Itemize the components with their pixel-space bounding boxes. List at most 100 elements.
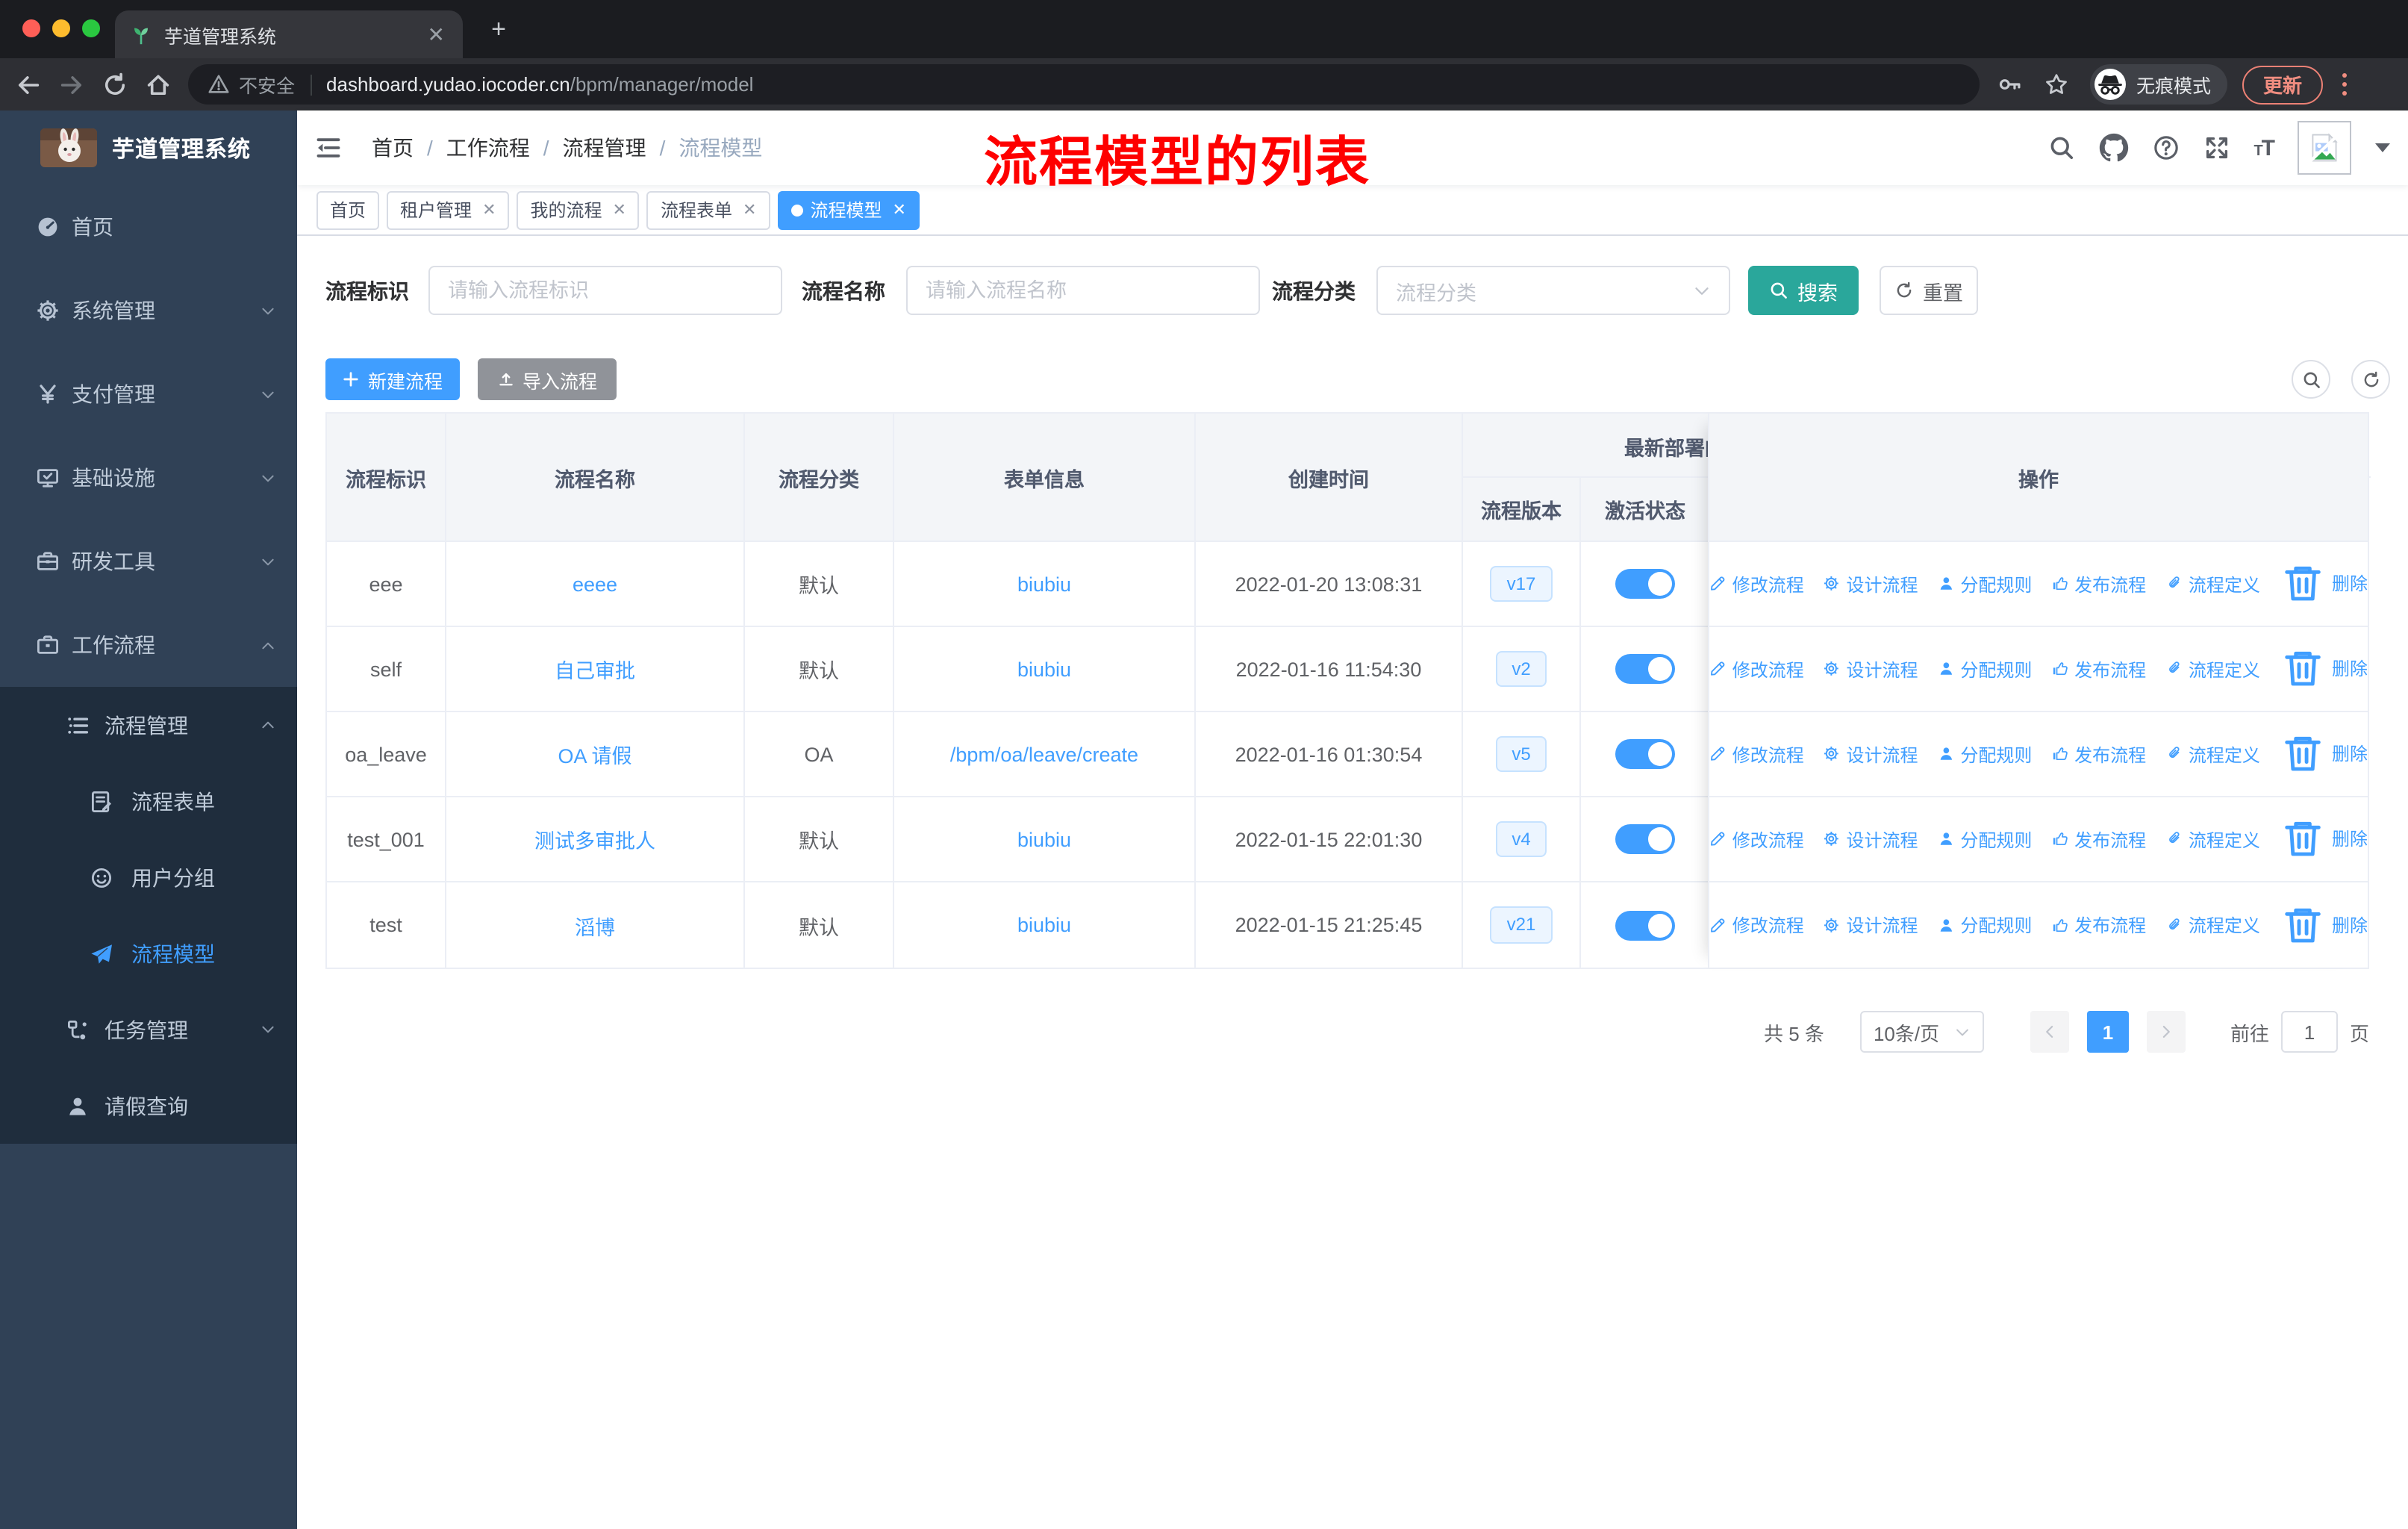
active-switch[interactable] bbox=[1615, 910, 1675, 940]
fullscreen-icon[interactable] bbox=[2203, 134, 2230, 161]
reset-button[interactable]: 重置 bbox=[1880, 266, 1978, 315]
action-修改流程[interactable]: 修改流程 bbox=[1709, 912, 1804, 938]
sidebar-item-task-manage[interactable]: 任务管理 bbox=[0, 991, 297, 1068]
close-icon[interactable]: ✕ bbox=[892, 200, 905, 219]
action-删除[interactable]: 删除 bbox=[2280, 646, 2368, 692]
reload-icon[interactable] bbox=[102, 71, 128, 98]
action-设计流程[interactable]: 设计流程 bbox=[1824, 571, 1918, 597]
browser-menu-icon[interactable] bbox=[2336, 73, 2353, 96]
action-修改流程[interactable]: 修改流程 bbox=[1709, 826, 1804, 852]
next-page-button[interactable] bbox=[2146, 1011, 2186, 1053]
row-name-link[interactable]: 自己审批 bbox=[555, 654, 635, 684]
close-icon[interactable]: ✕ bbox=[743, 200, 756, 219]
action-分配规则[interactable]: 分配规则 bbox=[1938, 656, 2032, 682]
home-icon[interactable] bbox=[145, 71, 172, 98]
action-发布流程[interactable]: 发布流程 bbox=[2051, 741, 2146, 767]
close-icon[interactable]: ✕ bbox=[482, 200, 496, 219]
back-icon[interactable] bbox=[15, 71, 42, 98]
close-icon[interactable]: ✕ bbox=[613, 200, 626, 219]
process-category-select[interactable]: 流程分类 bbox=[1376, 266, 1730, 315]
tag-首页[interactable]: 首页 bbox=[316, 190, 380, 229]
row-form-link[interactable]: /bpm/oa/leave/create bbox=[950, 743, 1138, 765]
process-name-field[interactable] bbox=[906, 266, 1260, 315]
process-key-field[interactable] bbox=[428, 266, 782, 315]
help-icon[interactable] bbox=[2152, 134, 2179, 161]
row-name-link[interactable]: OA 请假 bbox=[558, 739, 631, 769]
action-分配规则[interactable]: 分配规则 bbox=[1938, 912, 2032, 938]
action-发布流程[interactable]: 发布流程 bbox=[2051, 912, 2146, 938]
action-设计流程[interactable]: 设计流程 bbox=[1824, 656, 1918, 682]
process-name-input[interactable] bbox=[926, 279, 1241, 302]
logo[interactable]: 芋道管理系统 bbox=[0, 110, 297, 185]
process-key-input[interactable] bbox=[448, 279, 763, 302]
action-发布流程[interactable]: 发布流程 bbox=[2051, 656, 2146, 682]
action-流程定义[interactable]: 流程定义 bbox=[2165, 656, 2260, 682]
active-switch[interactable] bbox=[1615, 824, 1675, 854]
action-设计流程[interactable]: 设计流程 bbox=[1824, 912, 1918, 938]
sidebar-item-system[interactable]: 系统管理 bbox=[0, 269, 297, 352]
breadcrumb-item[interactable]: 流程管理 bbox=[563, 133, 646, 163]
minimize-window-button[interactable] bbox=[52, 19, 70, 37]
forward-icon[interactable] bbox=[58, 71, 85, 98]
new-tab-button[interactable]: + bbox=[484, 15, 514, 45]
chevron-down-icon[interactable] bbox=[2375, 143, 2390, 152]
action-发布流程[interactable]: 发布流程 bbox=[2051, 826, 2146, 852]
action-流程定义[interactable]: 流程定义 bbox=[2165, 912, 2260, 938]
goto-page-input[interactable]: 1 bbox=[2280, 1011, 2338, 1053]
row-name-link[interactable]: 滔博 bbox=[575, 910, 615, 940]
sidebar-item-infra[interactable]: 基础设施 bbox=[0, 436, 297, 520]
tag-流程模型[interactable]: 流程模型 ✕ bbox=[777, 190, 920, 229]
tag-租户管理[interactable]: 租户管理 ✕ bbox=[387, 190, 510, 229]
tab-close-icon[interactable]: ✕ bbox=[425, 22, 448, 47]
sidebar-item-workflow[interactable]: 工作流程 bbox=[0, 603, 297, 687]
sidebar-item-process-model[interactable]: 流程模型 bbox=[0, 915, 297, 991]
active-switch[interactable] bbox=[1615, 739, 1675, 769]
hamburger-icon[interactable] bbox=[315, 134, 342, 161]
search-icon[interactable] bbox=[2047, 134, 2074, 161]
action-修改流程[interactable]: 修改流程 bbox=[1709, 571, 1804, 597]
action-流程定义[interactable]: 流程定义 bbox=[2165, 571, 2260, 597]
page-number-button[interactable]: 1 bbox=[2086, 1011, 2129, 1053]
update-button[interactable]: 更新 bbox=[2242, 65, 2324, 104]
toggle-search-button[interactable] bbox=[2292, 360, 2330, 399]
action-流程定义[interactable]: 流程定义 bbox=[2165, 741, 2260, 767]
row-form-link[interactable]: biubiu bbox=[1017, 828, 1071, 850]
address-bar[interactable]: 不安全 dashboard.yudao.iocoder.cn/bpm/manag… bbox=[188, 64, 1980, 105]
create-process-button[interactable]: 新建流程 bbox=[325, 358, 460, 400]
bookmark-star-icon[interactable] bbox=[2044, 72, 2069, 97]
action-分配规则[interactable]: 分配规则 bbox=[1938, 826, 2032, 852]
sidebar-item-leave-query[interactable]: 请假查询 bbox=[0, 1068, 297, 1144]
breadcrumb-item[interactable]: 工作流程 bbox=[446, 133, 530, 163]
active-switch[interactable] bbox=[1615, 569, 1675, 599]
breadcrumb-item[interactable]: 首页 bbox=[372, 133, 414, 163]
zoom-window-button[interactable] bbox=[82, 19, 100, 37]
row-form-link[interactable]: biubiu bbox=[1017, 573, 1071, 595]
sidebar-item-payment[interactable]: 支付管理 bbox=[0, 352, 297, 436]
action-修改流程[interactable]: 修改流程 bbox=[1709, 656, 1804, 682]
action-分配规则[interactable]: 分配规则 bbox=[1938, 741, 2032, 767]
sidebar-item-user-group[interactable]: 用户分组 bbox=[0, 839, 297, 915]
action-设计流程[interactable]: 设计流程 bbox=[1824, 741, 1918, 767]
action-删除[interactable]: 删除 bbox=[2280, 816, 2368, 862]
action-删除[interactable]: 删除 bbox=[2280, 731, 2368, 777]
row-form-link[interactable]: biubiu bbox=[1017, 658, 1071, 680]
active-switch[interactable] bbox=[1615, 654, 1675, 684]
action-发布流程[interactable]: 发布流程 bbox=[2051, 571, 2146, 597]
sidebar-item-process-form[interactable]: 流程表单 bbox=[0, 763, 297, 839]
github-icon[interactable] bbox=[2098, 133, 2128, 163]
refresh-table-button[interactable] bbox=[2351, 360, 2390, 399]
row-form-link[interactable]: biubiu bbox=[1017, 914, 1071, 936]
search-button[interactable]: 搜索 bbox=[1748, 266, 1859, 315]
action-删除[interactable]: 删除 bbox=[2280, 561, 2368, 607]
action-分配规则[interactable]: 分配规则 bbox=[1938, 571, 2032, 597]
tag-流程表单[interactable]: 流程表单 ✕ bbox=[646, 190, 770, 229]
action-修改流程[interactable]: 修改流程 bbox=[1709, 741, 1804, 767]
key-icon[interactable] bbox=[1997, 72, 2023, 97]
action-删除[interactable]: 删除 bbox=[2280, 902, 2368, 948]
prev-page-button[interactable] bbox=[2030, 1011, 2069, 1053]
sidebar-item-home[interactable]: 首页 bbox=[0, 185, 297, 269]
action-流程定义[interactable]: 流程定义 bbox=[2165, 826, 2260, 852]
row-name-link[interactable]: eeee bbox=[573, 573, 617, 595]
close-window-button[interactable] bbox=[22, 19, 40, 37]
sidebar-item-process-manage[interactable]: 流程管理 bbox=[0, 687, 297, 763]
